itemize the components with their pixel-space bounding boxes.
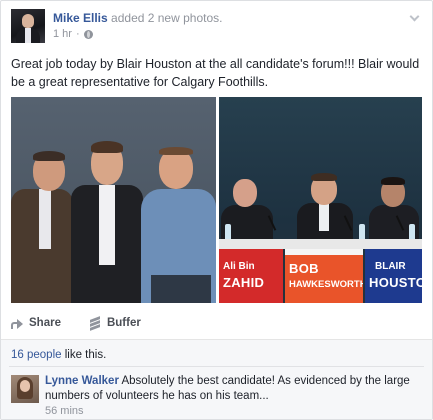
name-sign-hawkesworth: BOB HAWKESWORTH [285, 249, 363, 303]
share-icon [11, 318, 23, 329]
sign-lastname: HOUSTO [369, 275, 422, 290]
post-title-line: Mike Ellis added 2 new photos. [53, 11, 222, 25]
sign-firstname: Ali Bin [223, 261, 255, 272]
avatar-face [22, 14, 34, 28]
post-text: Great job today by Blair Houston at the … [11, 57, 420, 89]
post-action-text: added 2 new photos. [111, 11, 223, 25]
social-section: 16 people like this. Lynne Walker Absolu… [1, 340, 432, 419]
person-pants [151, 275, 211, 303]
person-head [159, 149, 193, 189]
likes-count-link[interactable]: 16 people [11, 349, 62, 361]
likes-suffix: like this. [64, 349, 107, 361]
comment: Lynne Walker Absolutely the best candida… [45, 374, 424, 404]
name-sign-houston: BLAIR HOUSTO [365, 249, 422, 303]
sign-stripe [285, 249, 363, 255]
comment-timestamp[interactable]: 56 mins [45, 405, 84, 417]
share-button[interactable]: Share [11, 317, 61, 329]
person-shirt [319, 203, 329, 231]
person-shirt [99, 185, 115, 265]
photo-1[interactable] [11, 97, 216, 303]
post-header: Mike Ellis added 2 new photos. 1 hr · [11, 9, 422, 49]
water-bottle-3 [409, 224, 415, 240]
water-bottle-2 [359, 224, 365, 240]
post-timestamp[interactable]: 1 hr [53, 28, 72, 40]
sign-lastname: ZAHID [223, 275, 265, 290]
comment-divider [9, 366, 424, 367]
share-label: Share [29, 317, 61, 329]
person-hair [91, 141, 123, 153]
person-head [233, 179, 257, 207]
photo-grid: Ali Bin ZAHID BOB HAWKESWORTH BLAIR HOUS… [11, 97, 422, 303]
person-hair [381, 177, 405, 185]
sign-firstname: BOB [289, 261, 319, 276]
person-hair [311, 173, 337, 181]
avatar-shirt [25, 28, 31, 43]
sign-lastname: HAWKESWORTH [289, 279, 363, 290]
panel-table [219, 239, 422, 249]
person-hair [159, 147, 193, 155]
comment-author-link[interactable]: Lynne Walker [45, 375, 119, 387]
avatar-face [20, 380, 30, 392]
post-actions: Share Buffer [11, 316, 141, 331]
author-name-link[interactable]: Mike Ellis [53, 11, 108, 25]
chevron-down-icon[interactable] [408, 13, 422, 23]
buffer-label: Buffer [106, 317, 141, 329]
sign-firstname: BLAIR [375, 261, 406, 272]
buffer-button[interactable]: Buffer [89, 316, 141, 331]
photo-2[interactable]: Ali Bin ZAHID BOB HAWKESWORTH BLAIR HOUS… [219, 97, 422, 303]
globe-icon[interactable] [83, 29, 93, 39]
commenter-avatar[interactable] [11, 375, 39, 403]
post-card: Mike Ellis added 2 new photos. 1 hr · Gr… [0, 0, 433, 420]
meta-separator: · [75, 28, 80, 40]
buffer-icon [89, 316, 101, 331]
person-shirt [39, 189, 51, 249]
person-hair [33, 151, 65, 161]
likes-summary: 16 people like this. [11, 349, 106, 361]
name-sign-zahid: Ali Bin ZAHID [219, 249, 283, 303]
post-meta: 1 hr · [53, 28, 93, 40]
water-bottle-1 [225, 224, 231, 240]
author-avatar[interactable] [11, 9, 45, 43]
